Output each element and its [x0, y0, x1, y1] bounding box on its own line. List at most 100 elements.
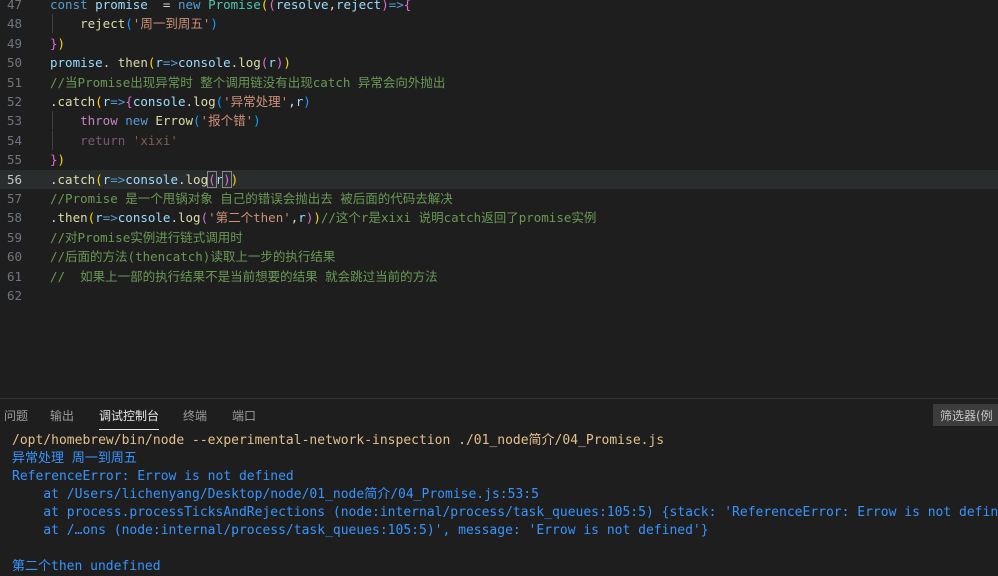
code-token: {	[403, 0, 412, 12]
code-line-62[interactable]: 62	[0, 286, 998, 305]
code-token: catch	[57, 171, 96, 187]
line-number: 59	[6, 229, 22, 245]
code-token: Errow	[155, 113, 194, 129]
code-token: log	[185, 171, 209, 187]
code-line-47[interactable]: 47 const promise = new Promise((resolve,r…	[0, 0, 998, 14]
code-token: .	[170, 210, 178, 226]
code-token: new	[177, 0, 209, 12]
code-token: '周一到周五'	[132, 16, 211, 32]
code-token: .	[50, 210, 58, 226]
code-token: r	[268, 55, 276, 71]
code-token: Promise	[208, 0, 261, 12]
panel-tab-2[interactable]: 调试控制台	[99, 407, 160, 430]
code-line-54[interactable]: 54 return 'xixi'	[0, 130, 998, 150]
line-number: 62	[6, 288, 22, 303]
panel-tab-1[interactable]: 输出	[50, 407, 74, 424]
code-token: console	[132, 94, 186, 109]
console-line: at /Users/lichenyang/Desktop/node/01_nod…	[12, 487, 539, 502]
code-text: promise. then(r=>console.log(r))	[50, 53, 291, 72]
code-token: =>	[102, 210, 118, 226]
code-token: // 如果上一部的执行结果不是当前想要的结果 就会跳过当前的方法	[50, 268, 438, 284]
console-line: ReferenceError: Errow is not defined	[12, 469, 294, 484]
code-line-57[interactable]: 57 //Promise 是一个甩锅对象 自己的错误会抛出去 被后面的代码去解决	[0, 189, 998, 208]
code-token: }	[50, 152, 58, 168]
code-line-61[interactable]: 61 // 如果上一部的执行结果不是当前想要的结果 就会跳过当前的方法	[0, 267, 998, 286]
code-token: console	[177, 55, 231, 71]
code-text: .then(r=>console.log('第二个then',r))//这个r是…	[50, 208, 596, 227]
code-text: })	[50, 150, 65, 169]
code-token: (	[95, 171, 103, 187]
panel-tabs: 问题 输出 调试控制台 终端 端口	[0, 399, 998, 431]
code-token: throw	[80, 113, 126, 129]
code-token: then	[117, 55, 148, 71]
code-line-59[interactable]: 59 //对Promise实例进行链式调用时	[0, 228, 998, 247]
code-text: .catch(r=>{console.log('异常处理',r)	[50, 92, 311, 111]
code-token: )	[230, 171, 239, 187]
line-number: 55	[6, 152, 22, 168]
code-text: //当Promise出现异常时 整个调用链没有出现catch 异常会向外抛出	[50, 73, 445, 92]
code-line-56[interactable]: 56 .catch(r=>console.log(r))	[0, 169, 998, 189]
code-text: // 如果上一部的执行结果不是当前想要的结果 就会跳过当前的方法	[50, 267, 438, 286]
code-token: (	[207, 170, 217, 188]
code-text: .catch(r=>console.log(r))	[50, 170, 238, 189]
filter-input[interactable]: 筛选器(例	[933, 404, 998, 426]
code-token: reject	[80, 16, 126, 32]
code-token: =>	[110, 94, 126, 109]
code-token: '第二个then'	[208, 210, 291, 226]
panel-tab-0[interactable]: 问题	[4, 407, 28, 424]
code-token: .	[177, 171, 186, 187]
line-number: 56	[6, 171, 22, 187]
code-token: return	[80, 132, 133, 148]
code-text: return 'xixi'	[50, 131, 178, 150]
code-token: //Promise 是一个甩锅对象 自己的错误会抛出去 被后面的代码去解决	[50, 191, 453, 206]
code-editor[interactable]: 47 const promise = new Promise((resolve,r…	[0, 0, 998, 398]
code-token: new	[125, 113, 156, 129]
code-line-51[interactable]: 51 //当Promise出现异常时 整个调用链没有出现catch 异常会向外抛出	[0, 73, 998, 92]
code-line-52[interactable]: 52 .catch(r=>{console.log('异常处理',r)	[0, 92, 998, 111]
code-token: )	[57, 35, 66, 51]
console-line: at process.processTicksAndRejections (no…	[12, 505, 998, 520]
code-text: //Promise 是一个甩锅对象 自己的错误会抛出去 被后面的代码去解决	[50, 189, 453, 208]
code-token: reject	[336, 0, 382, 12]
bottom-panel: 问题 输出 调试控制台 终端 端口 筛选器(例 /opt/homebrew/bin/no…	[0, 398, 998, 575]
panel-tab-3[interactable]: 终端	[183, 407, 207, 424]
code-token: =	[147, 0, 178, 12]
code-line-58[interactable]: 58 .then(r=>console.log('第二个then',r))//这个…	[0, 208, 998, 227]
code-line-50[interactable]: 50 promise. then(r=>console.log(r))	[0, 53, 998, 72]
code-token: r	[95, 210, 103, 226]
code-text: throw new Errow('报个错')	[50, 111, 261, 130]
code-token: //后面的方法(thencatch)读取上一步的执行结果	[50, 249, 336, 265]
code-text: })	[50, 34, 65, 53]
code-token: =>	[162, 55, 178, 71]
line-number: 60	[6, 249, 22, 265]
code-token: {	[125, 94, 133, 109]
code-line-49[interactable]: 49})	[0, 34, 998, 53]
code-token: =>	[388, 0, 404, 12]
console-line: at /…ons (node:internal/process/task_que…	[12, 523, 709, 538]
code-token: (	[268, 0, 276, 12]
code-token: )	[313, 210, 321, 226]
code-token: .	[185, 94, 194, 109]
code-token: promise	[95, 0, 148, 12]
line-number: 50	[6, 55, 22, 71]
panel-tab-4[interactable]: 端口	[232, 407, 256, 424]
code-token: )	[57, 152, 66, 168]
code-token: =>	[110, 171, 126, 187]
code-text: reject('周一到周五')	[50, 14, 218, 33]
line-number: 54	[6, 132, 22, 148]
code-token: )	[253, 113, 261, 129]
code-token: r	[298, 210, 306, 226]
code-token: log	[238, 55, 261, 71]
code-line-55[interactable]: 55})	[0, 150, 998, 169]
line-number: 58	[6, 210, 22, 226]
code-token: resolve	[275, 0, 329, 12]
code-line-60[interactable]: 60 //后面的方法(thencatch)读取上一步的执行结果	[0, 247, 998, 266]
code-line-48[interactable]: 48 reject('周一到周五')	[0, 14, 998, 34]
code-token: ,	[288, 94, 296, 109]
code-line-53[interactable]: 53 throw new Errow('报个错')	[0, 111, 998, 131]
code-token: .	[102, 55, 118, 71]
code-token: promise	[50, 55, 103, 71]
code-token: )	[222, 170, 232, 188]
